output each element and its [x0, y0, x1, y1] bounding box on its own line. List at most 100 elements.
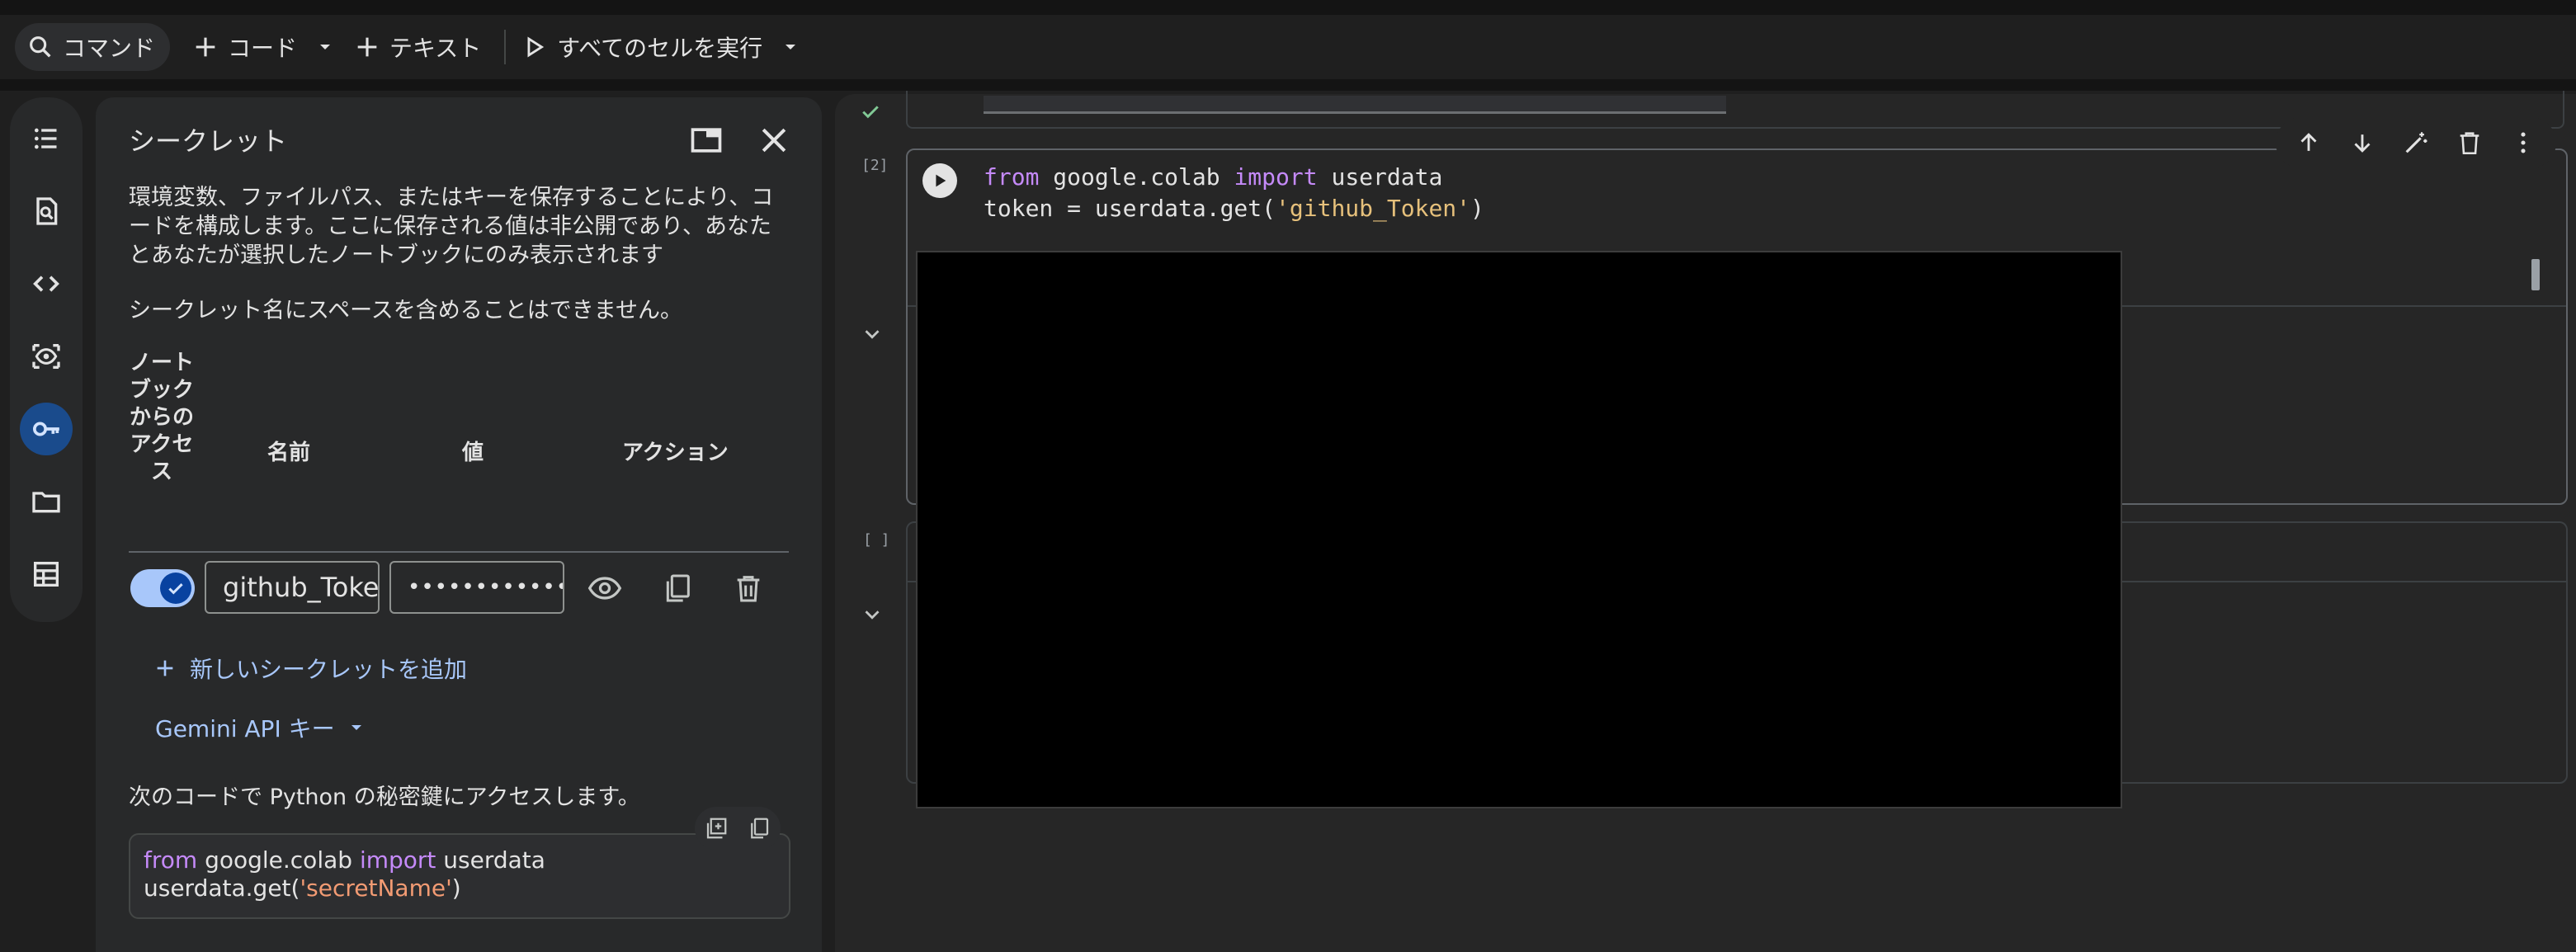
snippet-keyword: from [144, 846, 198, 874]
rail-variables[interactable] [20, 330, 73, 383]
rail-secrets[interactable] [20, 403, 73, 455]
snippet-call-end: ) [451, 874, 461, 902]
play-icon [527, 36, 545, 58]
delete-secret-button[interactable] [729, 569, 767, 607]
find-in-page-icon [36, 197, 58, 225]
copy-icon[interactable] [747, 816, 771, 841]
table-header-divider [129, 551, 789, 553]
run-all-button[interactable]: すべてのセルを実行 [521, 23, 762, 71]
plus-icon [196, 37, 215, 57]
access-instructions: 次のコードで Python の秘密鍵にアクセスします。 [129, 785, 640, 810]
code-call: token = userdata.get( [984, 195, 1276, 222]
move-cell-down-button[interactable] [2341, 121, 2384, 164]
code-module: google.colab [1039, 163, 1234, 191]
magic-wand-icon [2405, 132, 2427, 153]
arrow-down-icon [2354, 134, 2371, 153]
show-value-button[interactable] [586, 569, 624, 607]
execution-count: [ ] [863, 531, 890, 549]
snippet-string: 'secretName' [300, 874, 452, 902]
secret-name-field[interactable]: github_Toke [205, 561, 380, 614]
command-label: コマンド [63, 35, 156, 62]
folder-icon [32, 492, 60, 513]
copy-icon [666, 574, 690, 602]
window-top-strip [0, 0, 2576, 15]
header-action: アクション [622, 441, 729, 465]
code-line-1: from google.colab import userdata [984, 162, 1484, 193]
previous-cell-output-strip [984, 96, 1726, 114]
edit-cell-button[interactable] [2394, 121, 2437, 164]
add-text-label: テキスト [389, 35, 482, 62]
cell-output-frame [916, 251, 2122, 808]
add-code-label: コード [228, 35, 298, 62]
run-all-label: すべてのセルを実行 [557, 35, 763, 62]
more-options-button[interactable] [2502, 121, 2545, 164]
secrets-description: 環境変数、ファイルパス、またはキーを保存することにより、コードを構成します。ここ… [129, 185, 774, 268]
add-text-button[interactable]: テキスト [353, 23, 481, 71]
delete-cell-button[interactable] [2448, 121, 2491, 164]
snippet-line-1: from google.colab import userdata [144, 846, 776, 874]
rail-find[interactable] [20, 185, 73, 238]
code-dropdown-icon[interactable] [315, 37, 335, 57]
access-code-snippet: from google.colab import userdata userda… [129, 833, 790, 919]
copy-value-button[interactable] [658, 569, 696, 607]
add-secret-label: 新しいシークレットを追加 [190, 656, 468, 683]
header-value: 値 [462, 441, 484, 465]
rail-data-table[interactable] [20, 548, 73, 601]
arrow-up-icon [2300, 133, 2317, 151]
snippet-call: userdata.get( [144, 874, 300, 902]
snippet-line-2: userdata.get('secretName') [144, 874, 776, 903]
cell-toolbar [2276, 117, 2556, 168]
notebook-access-toggle[interactable] [130, 569, 195, 607]
code-string: 'github_Token' [1276, 195, 1471, 222]
code-call-end: ) [1470, 195, 1484, 222]
snippet-keyword: import [359, 846, 436, 874]
plus-icon [357, 37, 377, 57]
code-keyword: import [1234, 163, 1318, 191]
side-rail [10, 97, 83, 622]
execution-success-icon [862, 106, 879, 119]
move-cell-up-button[interactable] [2287, 121, 2330, 164]
checkmark-icon [168, 583, 183, 595]
run-cell-button[interactable] [922, 163, 957, 198]
collapse-output-icon[interactable] [860, 322, 885, 346]
secrets-panel-title: シークレット [129, 125, 288, 157]
secrets-name-note: シークレット名にスペースを含めることはできません。 [129, 298, 682, 323]
insert-code-icon[interactable] [704, 816, 729, 841]
header-name: 名前 [267, 441, 311, 465]
collapse-output-icon[interactable] [860, 602, 885, 627]
code-icon [33, 276, 59, 292]
notebook-toolbar: コマンド コード テキスト すべてのセルを実行 [0, 15, 2576, 79]
cell-code[interactable]: from google.colab import userdata token =… [984, 162, 1484, 224]
add-code-button[interactable]: コード [191, 23, 297, 71]
gemini-api-key-label: Gemini API キー [155, 715, 335, 742]
eye-icon [587, 577, 622, 600]
play-icon [936, 174, 946, 187]
rail-toc[interactable] [20, 112, 73, 165]
close-icon[interactable] [756, 122, 792, 158]
execution-count: [2] [861, 157, 889, 174]
trash-icon [2460, 132, 2479, 155]
variables-eye-icon [32, 344, 60, 369]
open-in-tab-icon[interactable] [688, 122, 724, 158]
table-of-contents-icon [35, 128, 57, 149]
header-notebook-access: ノートブックからのアクセス [129, 351, 194, 484]
command-palette-button[interactable]: コマンド [15, 23, 171, 71]
plus-icon [157, 660, 173, 676]
secret-value-field[interactable]: •••••••••••• [389, 561, 564, 614]
code-keyword: from [984, 163, 1040, 191]
gemini-api-key-menu[interactable]: Gemini API キー [155, 711, 366, 744]
toolbar-divider [0, 79, 2576, 91]
rail-files[interactable] [20, 475, 73, 528]
cell-scrollbar[interactable] [2531, 259, 2540, 290]
search-icon [30, 36, 51, 58]
secrets-panel: シークレット 環境変数、ファイルパス、またはキーを保存することにより、コードを構… [96, 97, 822, 952]
code-line-2: token = userdata.get('github_Token') [984, 193, 1484, 224]
snippet-name: userdata [436, 846, 545, 874]
run-all-dropdown-icon[interactable] [781, 37, 800, 57]
add-secret-button[interactable]: 新しいシークレットを追加 [152, 652, 467, 685]
chevron-down-icon [351, 725, 361, 730]
toggle-knob [160, 573, 191, 604]
rail-code-snippets[interactable] [20, 257, 73, 310]
more-vert-icon [2521, 132, 2526, 153]
snippet-module: google.colab [197, 846, 360, 874]
